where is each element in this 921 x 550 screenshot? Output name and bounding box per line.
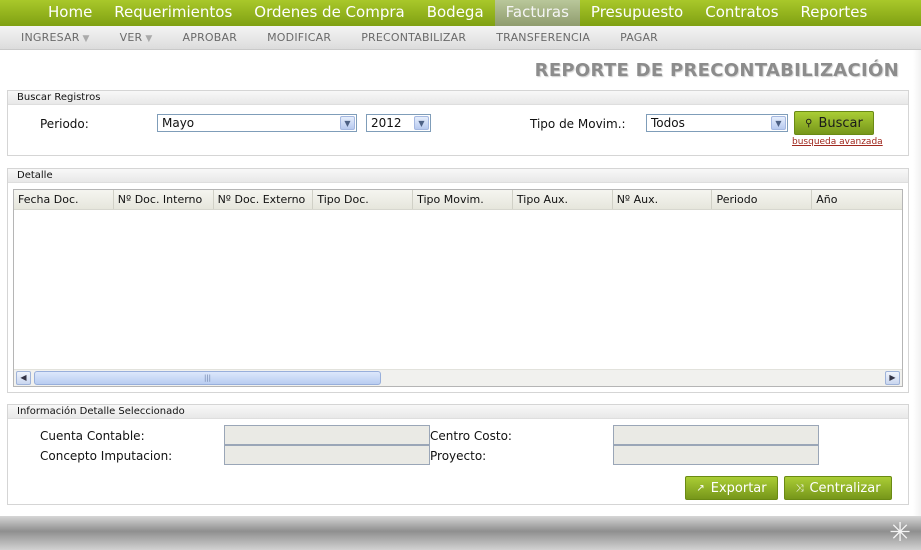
nav-item-bodega[interactable]: Bodega: [416, 0, 495, 26]
mes-select[interactable]: Mayo ▼: [157, 114, 357, 132]
nav-item-facturas[interactable]: Facturas: [494, 0, 580, 26]
buscar-registros-panel: Buscar Registros Periodo: Mayo ▼ 2012 ▼ …: [7, 90, 909, 156]
detalle-grid: Fecha Doc. Nº Doc. Interno Nº Doc. Exter…: [13, 189, 903, 387]
top-navigation: Home Requerimientos Ordenes de Compra Bo…: [0, 0, 921, 26]
detalle-panel: Detalle Fecha Doc. Nº Doc. Interno Nº Do…: [7, 168, 909, 393]
column-doc-externo[interactable]: Nº Doc. Externo: [214, 190, 314, 209]
footer-bar: ✳: [0, 516, 921, 550]
nav-item-requerimientos[interactable]: Requerimientos: [103, 0, 243, 26]
subnav-item-ingresar[interactable]: INGRESAR ▼: [10, 26, 101, 49]
anio-select-value: 2012: [371, 116, 402, 130]
column-fecha-doc[interactable]: Fecha Doc.: [14, 190, 114, 209]
grid-header: Fecha Doc. Nº Doc. Interno Nº Doc. Exter…: [14, 190, 902, 210]
external-link-icon: ↗: [696, 482, 705, 494]
scroll-right-icon[interactable]: ▶: [885, 371, 900, 385]
sub-navigation: INGRESAR ▼ VER ▼ APROBAR MODIFICAR PRECONT…: [0, 26, 921, 50]
column-tipo-aux[interactable]: Tipo Aux.: [513, 190, 613, 209]
tipo-movim-select[interactable]: Todos ▼: [646, 114, 788, 132]
column-doc-interno[interactable]: Nº Doc. Interno: [114, 190, 214, 209]
search-icon: ⚲: [805, 117, 813, 129]
scroll-left-icon[interactable]: ◀: [16, 371, 31, 385]
centro-costo-label: Centro Costo:: [430, 429, 512, 443]
sparkle-icon: ✳: [889, 518, 911, 548]
panel-header: Detalle: [8, 169, 908, 183]
cuenta-contable-field: [224, 425, 430, 445]
tipo-movim-label: Tipo de Movim.:: [530, 117, 626, 131]
column-periodo[interactable]: Periodo: [712, 190, 813, 209]
chevron-down-icon: ▼: [414, 116, 429, 130]
informacion-detalle-panel: Información Detalle Seleccionado Cuenta …: [7, 404, 909, 505]
chevron-down-icon: ▼: [771, 116, 786, 130]
proyecto-field: [613, 445, 819, 465]
periodo-label: Periodo:: [40, 117, 89, 131]
shuffle-icon: ⤨: [795, 482, 804, 494]
nav-item-ordenes-de-compra[interactable]: Ordenes de Compra: [243, 0, 415, 26]
anio-select[interactable]: 2012 ▼: [366, 114, 431, 132]
caret-down-icon: ▼: [82, 34, 90, 44]
column-tipo-doc[interactable]: Tipo Doc.: [313, 190, 414, 209]
nav-item-contratos[interactable]: Contratos: [694, 0, 789, 26]
subnav-item-aprobar[interactable]: APROBAR: [172, 26, 249, 49]
centro-costo-field: [613, 425, 819, 445]
chevron-down-icon: ▼: [340, 116, 355, 130]
proyecto-label: Proyecto:: [430, 449, 487, 463]
nav-item-reportes[interactable]: Reportes: [790, 0, 879, 26]
page-edge-shadow: [913, 50, 921, 516]
caret-down-icon: ▼: [145, 34, 153, 44]
subnav-item-ver[interactable]: VER ▼: [109, 26, 164, 49]
panel-header: Buscar Registros: [8, 91, 908, 105]
nav-item-presupuesto[interactable]: Presupuesto: [580, 0, 694, 26]
page-title: REPORTE DE PRECONTABILIZACIÓN: [534, 60, 899, 81]
column-anio[interactable]: Año: [812, 190, 902, 209]
concepto-imputacion-field: [224, 445, 430, 465]
centralizar-button[interactable]: ⤨ Centralizar: [784, 476, 892, 500]
subnav-item-pagar[interactable]: PAGAR: [609, 26, 669, 49]
horizontal-scrollbar[interactable]: ◀ ||| ▶: [14, 369, 902, 386]
column-tipo-movim[interactable]: Tipo Movim.: [413, 190, 513, 209]
subnav-item-transferencia[interactable]: TRANSFERENCIA: [485, 26, 601, 49]
buscar-button[interactable]: ⚲ Buscar: [794, 111, 874, 135]
busqueda-avanzada-link[interactable]: busqueda avanzada: [792, 137, 883, 147]
panel-header: Información Detalle Seleccionado: [8, 405, 908, 419]
tipo-movim-select-value: Todos: [651, 116, 685, 130]
mes-select-value: Mayo: [162, 116, 195, 130]
subnav-item-precontabilizar[interactable]: PRECONTABILIZAR: [350, 26, 477, 49]
column-num-aux[interactable]: Nº Aux.: [613, 190, 713, 209]
scrollbar-thumb[interactable]: |||: [34, 371, 381, 385]
cuenta-contable-label: Cuenta Contable:: [40, 429, 145, 443]
concepto-imputacion-label: Concepto Imputacion:: [40, 449, 173, 463]
subnav-item-modificar[interactable]: MODIFICAR: [256, 26, 342, 49]
nav-item-home[interactable]: Home: [37, 0, 103, 26]
exportar-button[interactable]: ↗ Exportar: [685, 476, 778, 500]
